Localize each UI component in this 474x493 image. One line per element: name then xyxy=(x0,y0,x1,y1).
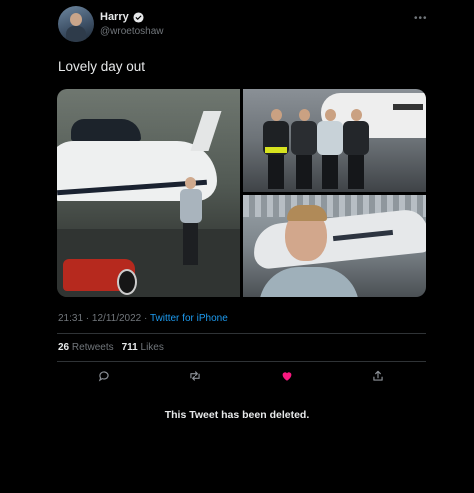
photo-selfie[interactable] xyxy=(243,195,426,297)
avatar[interactable] xyxy=(58,6,94,42)
tweet-stats: 26 Retweets 711 Likes xyxy=(58,342,164,353)
tweet-text: Lovely day out xyxy=(58,59,146,74)
verified-badge-icon xyxy=(133,11,144,23)
author-name-row[interactable]: Harry xyxy=(100,11,144,23)
user-handle[interactable]: @wroetoshaw xyxy=(100,26,164,37)
divider xyxy=(57,333,426,334)
photo-group[interactable] xyxy=(243,89,426,192)
tweet-source[interactable]: Twitter for iPhone xyxy=(150,313,228,324)
media-grid[interactable] xyxy=(57,89,426,297)
share-icon[interactable] xyxy=(371,369,385,383)
deleted-tweet-notice: This Tweet has been deleted. xyxy=(164,409,310,421)
divider xyxy=(57,361,426,362)
display-name[interactable]: Harry xyxy=(100,11,129,23)
tweet-timestamp[interactable]: 21:31 · 12/11/2022 · xyxy=(58,313,150,324)
more-options-icon[interactable]: ••• xyxy=(414,13,428,24)
retweets-stat[interactable]: 26 Retweets xyxy=(58,342,114,353)
tweet-meta: 21:31 · 12/11/2022 · Twitter for iPhone xyxy=(58,313,228,324)
likes-stat[interactable]: 711 Likes xyxy=(122,342,164,353)
reply-icon[interactable] xyxy=(97,369,111,383)
photo-jet-hangar[interactable] xyxy=(57,89,240,297)
retweet-icon[interactable] xyxy=(188,369,202,383)
like-icon[interactable] xyxy=(280,369,294,383)
